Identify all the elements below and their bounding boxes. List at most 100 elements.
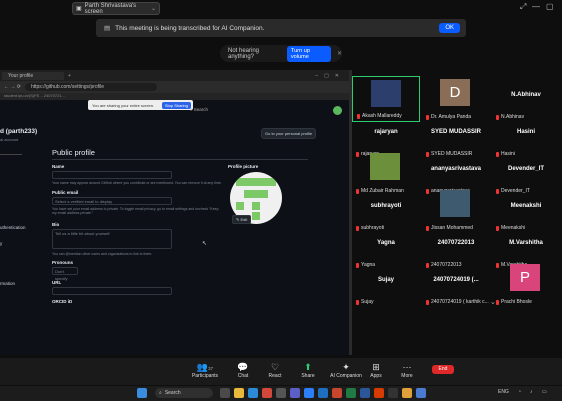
share-button[interactable]: ⬆ Share <box>291 362 325 379</box>
banner-ok-button[interactable]: OK <box>439 23 460 33</box>
edit-label: Edit <box>240 217 248 222</box>
window-controls[interactable]: –▢✕ <box>315 73 345 79</box>
url-field[interactable]: https://github.com/settings/profile <box>24 83 157 91</box>
muted-mic-icon <box>356 299 359 305</box>
teams-icon[interactable] <box>290 388 300 398</box>
shared-screen: Your profile + –▢✕ ← → ⟳ https://github.… <box>0 70 349 355</box>
office-icon[interactable] <box>374 388 384 398</box>
participant-display-name: rajaryan <box>374 129 398 135</box>
orcid-label: ORCID iD <box>52 299 73 304</box>
bio-field[interactable]: Tell us a little bit about yourself <box>52 229 172 249</box>
mouse-cursor-icon: ↖ <box>202 241 208 247</box>
github-search[interactable]: ⌕ Search <box>190 107 208 112</box>
toolbar-label: Participants <box>191 373 219 379</box>
participant-name: Sujay <box>361 299 374 305</box>
name-help: Your name may appear around GitHub where… <box>52 181 222 185</box>
browser-tab[interactable]: Your profile <box>2 71 64 80</box>
wifi-icon[interactable]: ◔ <box>518 389 521 395</box>
toolbar-label: React <box>268 373 282 379</box>
toolbar-label: Share <box>301 373 315 379</box>
participant-display-name: Devender_IT <box>507 166 544 172</box>
sidebar-item-information[interactable]: rmation <box>0 281 15 286</box>
powerpoint-icon[interactable] <box>332 388 342 398</box>
participant-display-name: 24070724019 (... <box>433 277 479 283</box>
sidebar-item[interactable]: y <box>0 241 2 246</box>
audio-prompt-text: Not hearing anything? <box>228 47 260 60</box>
url-input[interactable] <box>52 287 172 295</box>
speaker-icon[interactable]: ♪ <box>530 389 533 395</box>
bio-label: Bio <box>52 222 60 227</box>
participants-icon: 👥37 <box>196 362 214 372</box>
github-search-text: Search <box>193 107 209 112</box>
vscode-icon[interactable] <box>318 388 328 398</box>
chevron-down-icon[interactable]: ⌄ <box>490 298 496 306</box>
restore-icon[interactable]: ▢ <box>546 2 554 11</box>
close-icon[interactable]: ✕ <box>337 50 342 57</box>
participant-tile[interactable]: Sujay Sujay <box>352 261 420 307</box>
participant-display-name: 24070722013 <box>437 240 475 246</box>
participant-name-tag: Prachi Bhosle <box>496 299 532 305</box>
participant-tile[interactable]: P Prachi Bhosle <box>492 261 560 307</box>
turn-up-volume-button[interactable]: Turn up volume <box>286 45 331 62</box>
participant-display-name: Meenakshi <box>510 203 542 209</box>
browser-tab-bar: Your profile + –▢✕ <box>0 70 349 81</box>
language-indicator[interactable]: ENG <box>498 389 509 395</box>
participant-tile[interactable]: 24070724019 (... 24070724019 ( karthik c.… <box>422 261 490 307</box>
participant-name-tag: Sujay <box>356 299 374 305</box>
name-field[interactable] <box>52 171 172 179</box>
stop-sharing-button[interactable]: Stop Sharing <box>161 101 191 109</box>
react-button[interactable]: ♡ React <box>258 362 292 379</box>
page-title: Public profile <box>52 148 95 157</box>
toolbar-label: More <box>401 373 413 379</box>
chrome-icon[interactable] <box>262 388 272 398</box>
app-icon[interactable] <box>402 388 412 398</box>
battery-icon[interactable]: ▭ <box>542 389 547 395</box>
participant-photo <box>370 153 400 180</box>
muted-mic-icon <box>496 299 499 305</box>
edge-icon[interactable] <box>248 388 258 398</box>
participant-display-name: M.Varshitha <box>509 240 543 246</box>
nav-arrows-icon[interactable]: ← → ⟳ <box>4 84 21 90</box>
new-tab-icon[interactable]: + <box>68 73 71 79</box>
word-icon[interactable] <box>360 388 370 398</box>
bookmark-bar: student.lpu.in/(S(FE... 24070721... <box>0 93 349 100</box>
screen-share-tag[interactable]: ▣ Parth Shrivastava's screen ⌄ <box>72 2 160 15</box>
excel-icon[interactable] <box>346 388 356 398</box>
email-select[interactable]: Select a verified email to display <box>52 197 172 205</box>
participant-display-name: N.Abhinav <box>511 92 541 98</box>
app-icon[interactable] <box>416 388 426 398</box>
end-button[interactable]: End <box>432 365 454 374</box>
taskbar-search[interactable]: ⌕ Search <box>155 388 213 398</box>
transcript-icon: ▤ <box>104 25 111 32</box>
task-view-icon[interactable] <box>220 388 230 398</box>
sidebar-item-authentication[interactable]: uthentication <box>0 225 26 230</box>
participant-display-name: Yagna <box>377 240 395 246</box>
banner-text: This meeting is being transcribed for AI… <box>115 24 265 32</box>
search-icon: ⌕ <box>159 390 162 396</box>
apps-button[interactable]: ⊞ Apps <box>359 362 393 379</box>
participant-count: 37 <box>208 366 214 371</box>
participants-button[interactable]: 👥37 Participants <box>188 362 222 379</box>
pronouns-select[interactable]: Don't specify <box>52 267 78 281</box>
edit-picture-button[interactable]: ✎ Edit <box>232 215 252 224</box>
chat-button[interactable]: 💬 Chat <box>226 362 260 379</box>
more-button[interactable]: ⋯ More <box>390 362 424 379</box>
participant-display-name: subhrayoti <box>370 203 402 209</box>
store-icon[interactable] <box>276 388 286 398</box>
chevron-down-icon[interactable]: ⌄ <box>151 5 156 12</box>
avatar[interactable] <box>333 106 342 115</box>
windows-start-icon[interactable] <box>137 388 147 398</box>
participant-name: Prachi Bhosle <box>501 299 532 305</box>
account-subtitle: al account <box>0 137 19 142</box>
share-icon: ⬆ <box>304 362 312 372</box>
zoom-icon[interactable] <box>304 388 314 398</box>
pronouns-label: Pronouns <box>52 260 73 265</box>
minimize-icon[interactable]: — <box>532 2 540 11</box>
audio-prompt: Not hearing anything? Turn up volume ✕ <box>220 45 342 62</box>
go-to-profile-button[interactable]: Go to your personal profile <box>261 128 317 139</box>
maximize-icon[interactable]: ⤢ <box>520 2 526 12</box>
email-label: Public email <box>52 190 79 195</box>
participant-photo <box>371 80 401 107</box>
app-icon[interactable] <box>388 388 398 398</box>
file-explorer-icon[interactable] <box>234 388 244 398</box>
